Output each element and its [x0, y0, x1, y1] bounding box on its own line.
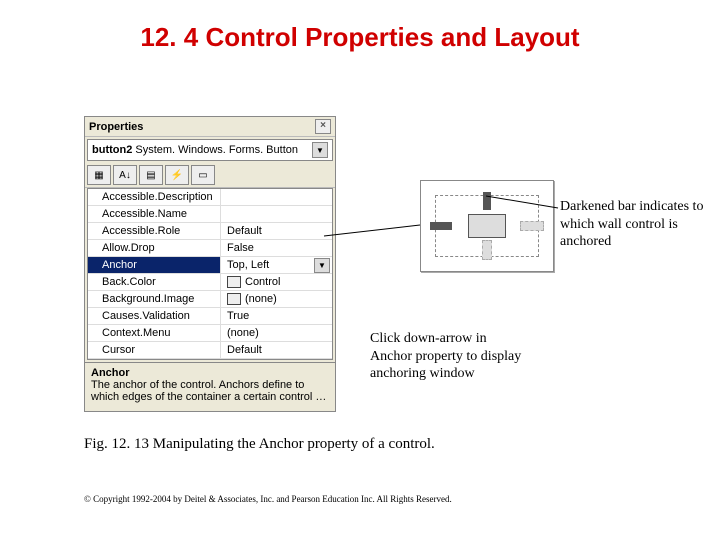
section-heading: 12. 4 Control Properties and Layout — [0, 22, 720, 53]
property-name: Context.Menu — [88, 325, 221, 341]
alpha-sort-icon[interactable]: A↓ — [113, 165, 137, 185]
property-value-text: False — [227, 240, 254, 256]
property-value[interactable]: (none) — [221, 291, 332, 307]
anchor-editor-popup[interactable] — [420, 180, 554, 272]
property-value[interactable]: (none) — [221, 325, 332, 341]
anchor-bar-right[interactable] — [520, 221, 544, 231]
property-value[interactable]: Top, Left ▼ — [221, 257, 332, 273]
property-row[interactable]: Causes.Validation True — [88, 308, 332, 325]
property-value-text: Default — [227, 342, 262, 358]
property-row[interactable]: Accessible.Name — [88, 206, 332, 223]
property-row[interactable]: Anchor Top, Left ▼ — [88, 257, 332, 274]
property-value-text: (none) — [227, 325, 259, 341]
property-value[interactable]: False — [221, 240, 332, 256]
close-icon[interactable]: × — [315, 119, 331, 134]
property-row[interactable]: Accessible.Role Default — [88, 223, 332, 240]
properties-toolbar: ▦ A↓ ▤ ⚡ ▭ — [85, 163, 335, 188]
property-value[interactable]: Default — [221, 223, 332, 239]
anchor-bar-left[interactable] — [430, 222, 452, 230]
property-value[interactable]: True — [221, 308, 332, 324]
pages-icon[interactable]: ▭ — [191, 165, 215, 185]
figure-caption: Fig. 12. 13 Manipulating the Anchor prop… — [84, 436, 435, 453]
categorized-icon[interactable]: ▦ — [87, 165, 111, 185]
color-swatch-icon — [227, 293, 241, 305]
property-name: Cursor — [88, 342, 221, 358]
property-name: Accessible.Role — [88, 223, 221, 239]
property-value[interactable]: Default — [221, 342, 332, 358]
property-row[interactable]: Allow.Drop False — [88, 240, 332, 257]
property-row[interactable]: Accessible.Description — [88, 189, 332, 206]
property-value-text: (none) — [245, 291, 277, 307]
property-name: Accessible.Name — [88, 206, 221, 222]
properties-titlebar: Properties × — [85, 117, 335, 137]
anchor-bar-top[interactable] — [483, 192, 491, 210]
property-value-text: True — [227, 308, 249, 324]
property-description: Anchor The anchor of the control. Anchor… — [85, 362, 335, 411]
chevron-down-icon[interactable]: ▼ — [314, 258, 330, 273]
chevron-down-icon[interactable]: ▼ — [312, 142, 328, 158]
anchor-editor-frame — [435, 195, 539, 257]
property-name: Background.Image — [88, 291, 221, 307]
property-value[interactable] — [221, 206, 332, 222]
property-value[interactable] — [221, 189, 332, 205]
anchor-center-icon — [468, 214, 506, 238]
property-description-name: Anchor — [91, 367, 329, 379]
property-row[interactable]: Context.Menu (none) — [88, 325, 332, 342]
property-name: Anchor — [88, 257, 221, 273]
property-description-text: The anchor of the control. Anchors defin… — [91, 379, 329, 403]
property-row[interactable]: Cursor Default — [88, 342, 332, 359]
property-value-text: Control — [245, 274, 280, 290]
property-name: Accessible.Description — [88, 189, 221, 205]
property-row[interactable]: Back.Color Control — [88, 274, 332, 291]
object-selector[interactable]: button2 System. Windows. Forms. Button ▼ — [87, 139, 333, 161]
property-name: Causes.Validation — [88, 308, 221, 324]
color-swatch-icon — [227, 276, 241, 288]
properties-icon[interactable]: ▤ — [139, 165, 163, 185]
property-name: Back.Color — [88, 274, 221, 290]
object-selector-text: button2 System. Windows. Forms. Button — [92, 144, 298, 156]
property-name: Allow.Drop — [88, 240, 221, 256]
anchor-bar-bottom[interactable] — [482, 240, 492, 260]
callout-click-arrow: Click down-arrow in Anchor property to d… — [370, 330, 530, 383]
properties-title: Properties — [89, 121, 143, 133]
copyright-text: © Copyright 1992-2004 by Deitel & Associ… — [84, 494, 452, 504]
properties-grid: Accessible.DescriptionAccessible.NameAcc… — [87, 188, 333, 360]
events-icon[interactable]: ⚡ — [165, 165, 189, 185]
property-value-text: Top, Left — [227, 257, 269, 273]
properties-panel: Properties × button2 System. Windows. Fo… — [84, 116, 336, 412]
property-row[interactable]: Background.Image (none) — [88, 291, 332, 308]
property-value-text: Default — [227, 223, 262, 239]
callout-darkened-bar: Darkened bar indicates to which wall con… — [560, 198, 720, 251]
property-value[interactable]: Control — [221, 274, 332, 290]
